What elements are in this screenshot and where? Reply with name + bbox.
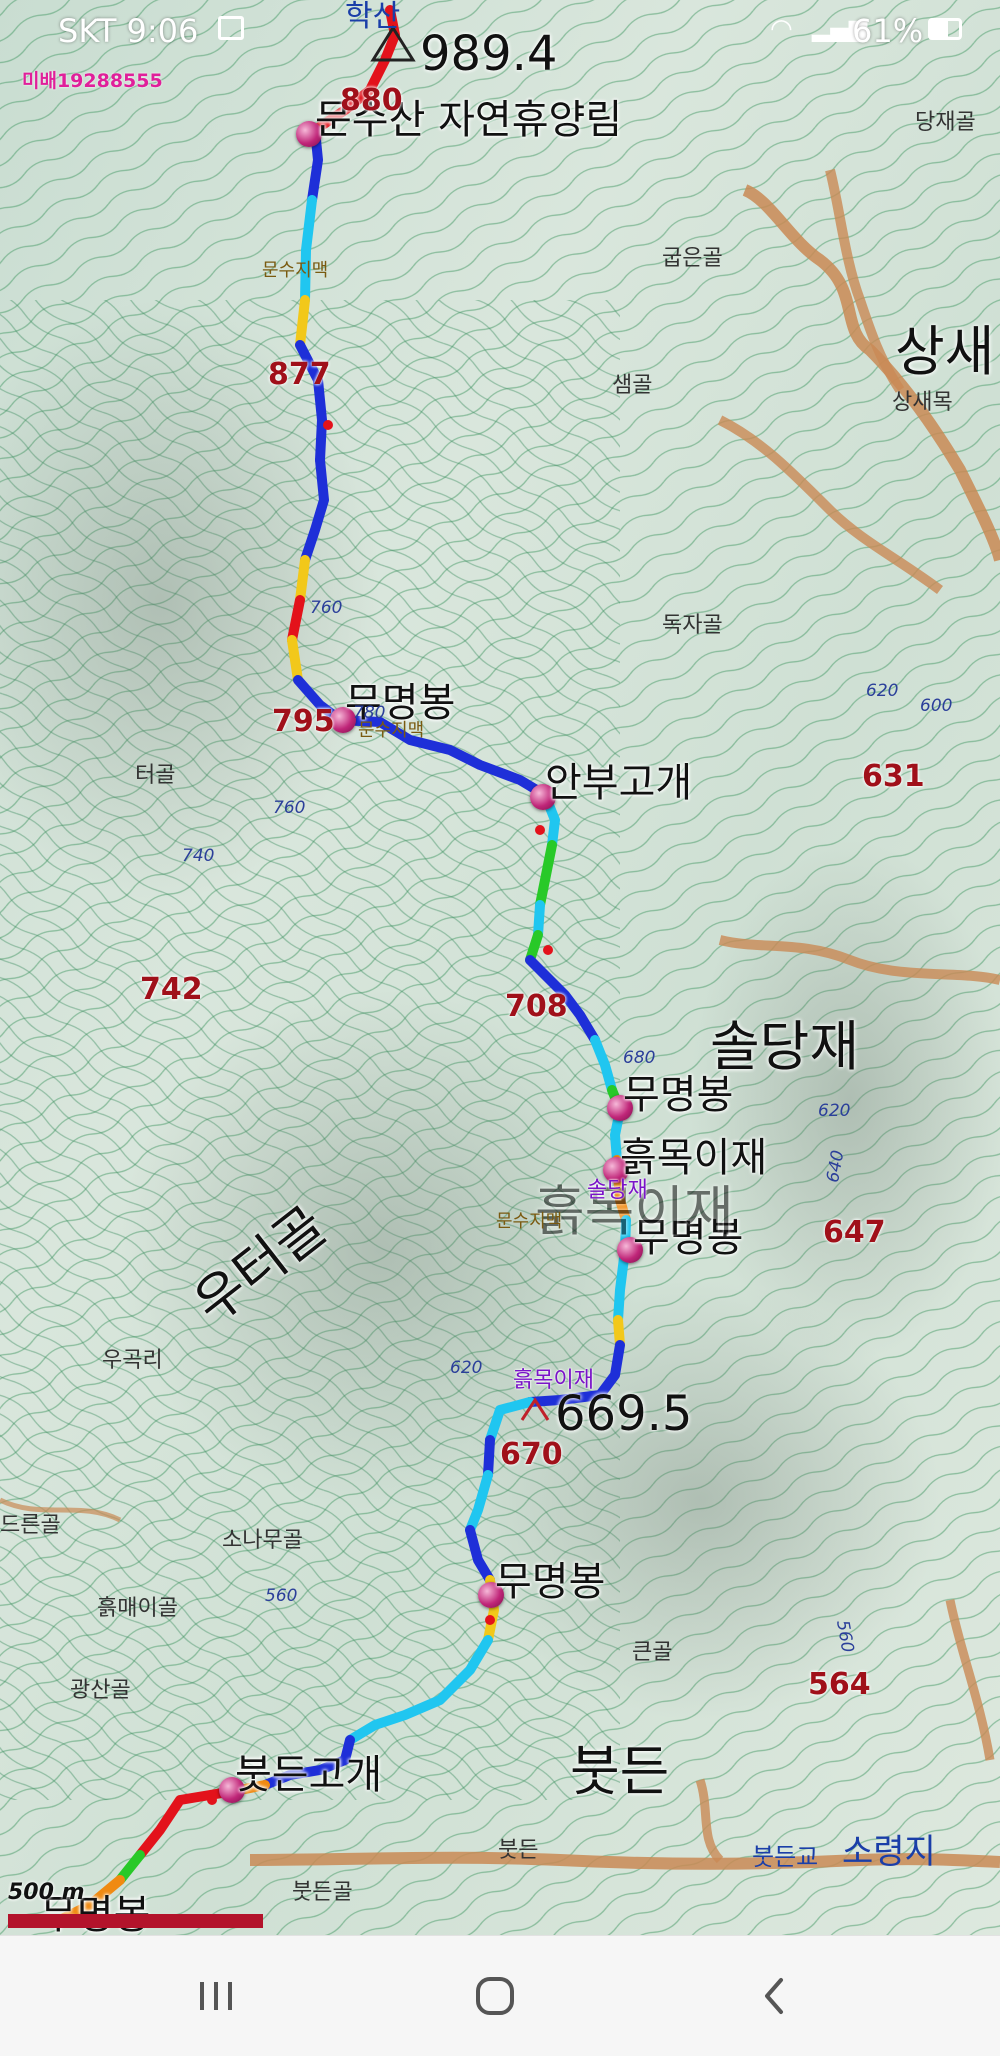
battery-icon — [928, 18, 962, 40]
contour-label: 620 — [866, 681, 899, 701]
scale-bar-line — [8, 1914, 263, 1928]
wifi-icon: ◠ — [770, 14, 793, 44]
ridge-label: 문수지맥 — [496, 1211, 563, 1232]
elevation-label: 708 — [505, 989, 568, 1024]
contour-label: 760 — [310, 598, 343, 618]
place-label: 붓든골 — [292, 1880, 353, 1905]
elevation-label: 795 — [272, 704, 335, 739]
elevation-label: 670 — [500, 1437, 563, 1472]
contour-label: 620 — [818, 1101, 851, 1121]
contour-label: 760 — [273, 798, 306, 818]
place-label: 광산골 — [70, 1678, 131, 1703]
place-label: 상새목 — [892, 390, 953, 415]
region-label: 솔당재 — [710, 1015, 860, 1078]
recent-apps-button[interactable] — [136, 1936, 296, 2056]
back-icon — [765, 1978, 783, 2014]
contour-label: 560 — [265, 1586, 298, 1606]
contour-label: 560 — [832, 1618, 858, 1655]
contour-label: 620 — [450, 1358, 483, 1378]
place-label: 당재골 — [915, 110, 976, 135]
ridge-label: 문수지맥 — [262, 260, 329, 281]
navigation-bar — [0, 1935, 1000, 2056]
scale-label: 500 m — [8, 1880, 85, 1905]
place-label: 우곡리 — [102, 1348, 163, 1373]
place-label: 붓든 — [498, 1838, 539, 1863]
place-label: 소나무골 — [222, 1528, 303, 1553]
elevation-label: 877 — [268, 357, 331, 392]
gallery-icon — [218, 16, 244, 40]
home-button[interactable] — [415, 1936, 575, 2056]
region-label: 상새 — [895, 320, 995, 383]
map-view[interactable]: 문수산 자연휴양림 무명봉 안부고개 무명봉 흙목이재 무명봉 무명봉 붓든고개… — [0, 0, 1000, 1935]
back-button[interactable] — [694, 1936, 854, 2056]
waypoint-label: 무명봉 — [623, 1072, 734, 1118]
waypoint-label: 붓든고개 — [235, 1752, 383, 1798]
contour-label: 740 — [182, 846, 215, 866]
reservoir-label: 소령지 — [842, 1832, 936, 1872]
scale-bar: 500 m — [8, 1880, 263, 1928]
waypoint-label: 흙목이재 — [620, 1135, 768, 1181]
peak-height: 669.5 — [555, 1386, 693, 1442]
recent-apps-icon — [200, 1982, 232, 2010]
pass-label: 흙목이재 — [513, 1368, 594, 1393]
place-label: 샘골 — [612, 373, 653, 398]
ridge-label: 문수지맥 — [358, 720, 425, 741]
place-label: 굽은골 — [662, 246, 723, 271]
contour-label: 780 — [353, 703, 386, 723]
place-label: 드른골 — [0, 1513, 61, 1538]
elevation-label: 647 — [823, 1215, 886, 1250]
place-label: 큰골 — [632, 1640, 673, 1665]
contour-label: 600 — [920, 696, 953, 716]
bridge-label: 붓든교 — [752, 1843, 819, 1871]
status-bar: SKT 9:06 ◠ ▂▄▆ 61% — [0, 0, 1000, 60]
elevation-label: 742 — [140, 972, 203, 1007]
contour-label: 680 — [623, 1048, 656, 1068]
elevation-label: 564 — [808, 1667, 871, 1702]
region-label: 붓든 — [570, 1740, 670, 1803]
place-label: 독자골 — [662, 613, 723, 638]
track-id-label: 미배19288555 — [22, 70, 163, 92]
place-label: 터골 — [135, 763, 176, 788]
elevation-label: 880 — [340, 83, 403, 118]
place-label: 흙매이골 — [97, 1596, 178, 1621]
waypoint-label: 무명봉 — [495, 1559, 606, 1605]
pass-label: 솔당재 — [587, 1178, 648, 1203]
battery-percent: 61% — [852, 12, 924, 50]
elevation-label: 631 — [862, 759, 925, 794]
waypoint-label: 안부고개 — [545, 760, 693, 806]
home-icon — [476, 1977, 514, 2015]
status-time: SKT 9:06 — [58, 12, 199, 50]
